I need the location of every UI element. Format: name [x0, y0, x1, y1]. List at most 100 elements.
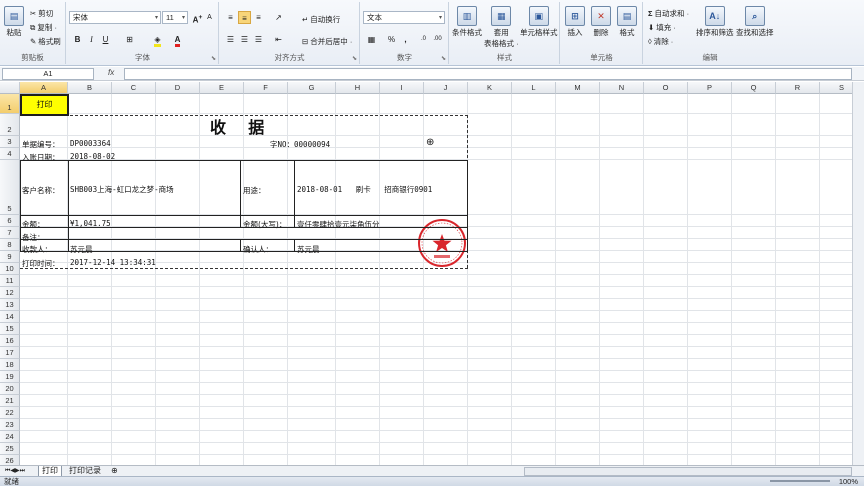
column-header[interactable]: R	[776, 82, 820, 94]
row-header[interactable]: 9	[0, 251, 20, 263]
align-center-button[interactable]: ☰	[238, 33, 251, 46]
cut-button[interactable]: ✂ 剪切	[30, 8, 53, 19]
dialog-launcher-icon[interactable]: ⬊	[211, 55, 216, 62]
comma-button[interactable]: ,	[399, 33, 412, 46]
underline-button[interactable]: U	[99, 33, 112, 46]
format-button[interactable]: ▤ 格式	[617, 6, 637, 38]
copy-button[interactable]: ⧉ 复制 ·	[30, 22, 57, 33]
column-header[interactable]: O	[644, 82, 688, 94]
accounting-button[interactable]: ▦	[365, 33, 378, 46]
column-header[interactable]: G	[288, 82, 336, 94]
dialog-launcher-icon[interactable]: ⬊	[352, 55, 357, 62]
fill-button[interactable]: ⬇ 填充 ·	[648, 22, 676, 33]
zoom-level[interactable]: 100%	[839, 477, 858, 486]
row-header[interactable]: 22	[0, 407, 20, 419]
row-header[interactable]: 7	[0, 227, 20, 239]
name-box[interactable]: A1	[2, 68, 94, 80]
row-header[interactable]: 4	[0, 148, 20, 160]
vertical-scrollbar[interactable]	[852, 82, 864, 465]
bold-button[interactable]: B	[71, 33, 84, 46]
column-header[interactable]: K	[468, 82, 512, 94]
amount-upper-label: 金额(大写)：	[243, 220, 287, 229]
column-header[interactable]: N	[600, 82, 644, 94]
decrease-decimal-button[interactable]: .00	[431, 33, 444, 46]
row-header[interactable]: 26	[0, 455, 20, 465]
print-button[interactable]: 打印	[21, 95, 68, 115]
row-header[interactable]: 24	[0, 431, 20, 443]
border-button[interactable]: ⊞	[123, 33, 136, 46]
row-header[interactable]: 1	[0, 94, 20, 114]
fx-icon[interactable]: fx	[108, 68, 114, 77]
column-header[interactable]: J	[424, 82, 468, 94]
column-header[interactable]: B	[68, 82, 112, 94]
increase-decimal-button[interactable]: .0	[417, 33, 430, 46]
clear-button[interactable]: ◊ 清除 ·	[648, 36, 673, 47]
italic-button[interactable]: I	[85, 33, 98, 46]
dialog-launcher-icon[interactable]: ⬊	[441, 55, 446, 62]
select-all-corner[interactable]	[0, 82, 20, 94]
row-header[interactable]: 12	[0, 287, 20, 299]
delete-button[interactable]: ✕ 删除	[591, 6, 611, 38]
format-as-table-button[interactable]: ▦ 套用 表格格式 ·	[484, 6, 519, 49]
insert-button[interactable]: ⊞ 插入	[565, 6, 585, 38]
merge-center-button[interactable]: ⊟ 合并后居中 ·	[302, 36, 352, 47]
wrap-text-button[interactable]: ↵ 自动换行	[302, 14, 340, 25]
sort-filter-button[interactable]: A↓ 排序和筛选	[696, 6, 734, 38]
paste-button[interactable]: ▤ 粘贴	[4, 6, 24, 38]
row-header[interactable]: 6	[0, 215, 20, 227]
align-bottom-button[interactable]: ≡	[252, 11, 265, 24]
column-header[interactable]: L	[512, 82, 556, 94]
zoom-slider[interactable]	[770, 480, 830, 482]
format-painter-button[interactable]: ✎ 格式刷	[30, 36, 61, 47]
percent-button[interactable]: %	[385, 33, 398, 46]
row-header[interactable]: 23	[0, 419, 20, 431]
font-color-button[interactable]: A	[171, 33, 184, 47]
font-name-select[interactable]: 宋体 ▾	[69, 11, 161, 24]
indent-button[interactable]: ⇤	[272, 33, 285, 46]
cell-border	[467, 160, 468, 251]
row-header[interactable]: 10	[0, 263, 20, 275]
row-header[interactable]: 21	[0, 395, 20, 407]
column-header[interactable]: H	[336, 82, 380, 94]
column-header[interactable]: S	[820, 82, 852, 94]
orientation-button[interactable]: ↗	[272, 11, 285, 24]
cell-styles-button[interactable]: ▣ 单元格样式	[520, 6, 558, 38]
align-left-button[interactable]: ☰	[224, 33, 237, 46]
row-header[interactable]: 19	[0, 371, 20, 383]
conditional-format-button[interactable]: ▥ 条件格式	[452, 6, 482, 38]
row-header[interactable]: 16	[0, 335, 20, 347]
number-format-select[interactable]: 文本 ▾	[363, 11, 445, 24]
column-header[interactable]: D	[156, 82, 200, 94]
row-header[interactable]: 15	[0, 323, 20, 335]
find-select-button[interactable]: ⌕ 查找和选择	[736, 6, 774, 38]
row-header[interactable]: 3	[0, 136, 20, 148]
row-header[interactable]: 14	[0, 311, 20, 323]
row-header[interactable]: 5	[0, 160, 20, 215]
row-header[interactable]: 2	[0, 114, 20, 136]
align-right-button[interactable]: ☰	[252, 33, 265, 46]
horizontal-scrollbar[interactable]	[524, 467, 852, 476]
align-top-button[interactable]: ≡	[224, 11, 237, 24]
column-header[interactable]: E	[200, 82, 244, 94]
row-header[interactable]: 8	[0, 239, 20, 251]
column-header[interactable]: Q	[732, 82, 776, 94]
row-header[interactable]: 18	[0, 359, 20, 371]
worksheet-grid[interactable]: 打印 收 据 单据编号： DP0003364 字NO：00000094 ⊕ 入账…	[0, 82, 852, 465]
column-header[interactable]: A	[20, 82, 68, 94]
row-header[interactable]: 11	[0, 275, 20, 287]
align-middle-button[interactable]: ≡	[238, 11, 251, 24]
column-header[interactable]: F	[244, 82, 288, 94]
column-header[interactable]: C	[112, 82, 156, 94]
autosum-button[interactable]: Σ 自动求和 ·	[648, 8, 689, 19]
row-header[interactable]: 17	[0, 347, 20, 359]
column-header[interactable]: M	[556, 82, 600, 94]
font-size-select[interactable]: 11 ▾	[162, 11, 188, 24]
formula-input[interactable]	[124, 68, 852, 80]
column-header[interactable]: I	[380, 82, 424, 94]
column-header[interactable]: P	[688, 82, 732, 94]
shrink-font-button[interactable]: A	[203, 11, 216, 24]
row-header[interactable]: 20	[0, 383, 20, 395]
row-header[interactable]: 25	[0, 443, 20, 455]
fill-color-button[interactable]: ◈	[151, 33, 164, 47]
row-header[interactable]: 13	[0, 299, 20, 311]
